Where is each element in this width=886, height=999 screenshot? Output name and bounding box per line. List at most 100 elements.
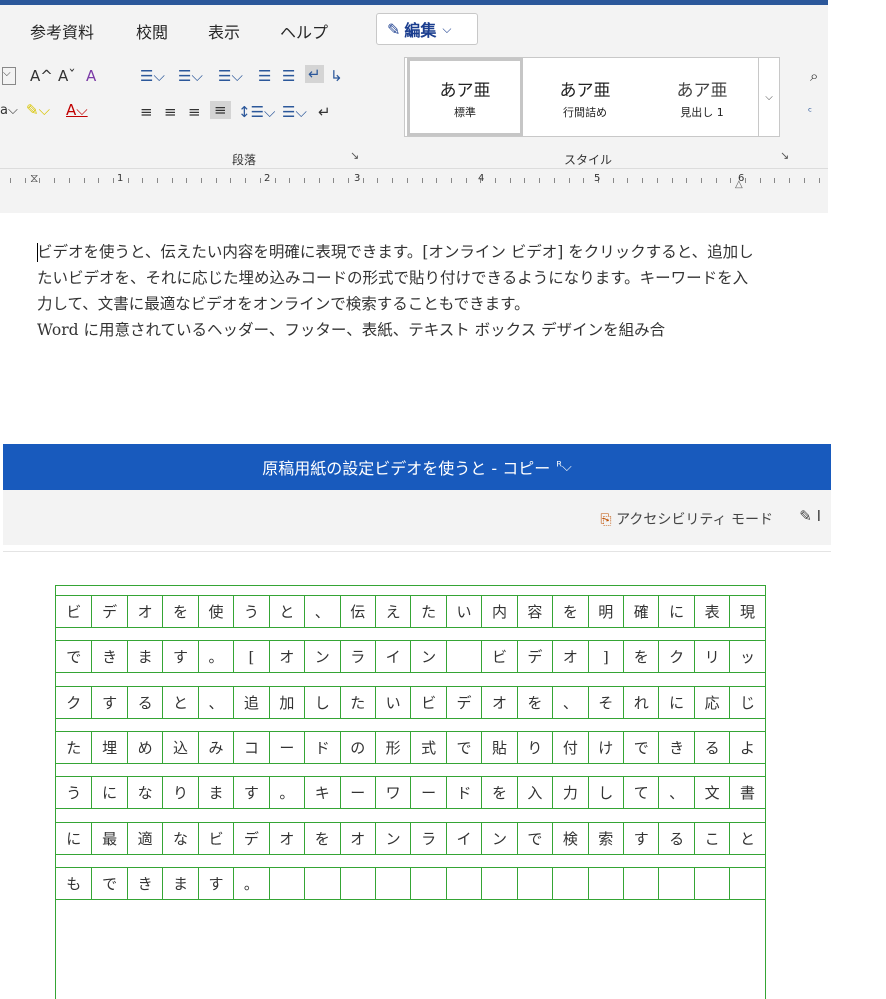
align-left-icon[interactable]: ≡ [140, 103, 153, 121]
genkou-cell[interactable]: ク [56, 685, 92, 719]
horizontal-ruler[interactable]: 1 2 3 4 5 6 ⧖ △ [0, 168, 828, 191]
tab-view[interactable]: 表示 [208, 19, 240, 43]
genkou-cell[interactable]: う [56, 776, 92, 810]
show-marks-icon[interactable]: ↵ [318, 103, 331, 121]
genkou-cell[interactable]: を [552, 595, 588, 628]
genkou-cell[interactable]: ー [410, 776, 446, 810]
paragraph-next[interactable]: Word に用意されているヘッダー、フッター、表紙、テキスト ボックス デザイン… [37, 317, 757, 343]
genkou-cell[interactable]: オ [126, 595, 163, 628]
genkou-cell[interactable]: に [91, 776, 127, 810]
genkou-cell[interactable]: ビ [410, 685, 446, 719]
genkou-cell[interactable]: 書 [729, 776, 765, 810]
bullets-icon[interactable]: ☰⌵ [140, 67, 165, 85]
genkou-cell[interactable]: オ [481, 685, 517, 719]
genkou-cell[interactable]: 表 [693, 595, 730, 628]
genkou-cell[interactable] [445, 640, 482, 674]
genkou-cell[interactable]: を [304, 821, 340, 855]
genkou-cell[interactable] [304, 866, 340, 900]
right-indent-icon[interactable]: △ [735, 179, 743, 190]
genkou-cell[interactable]: 伝 [339, 595, 375, 628]
font-size-dropdown[interactable]: ⌵ [2, 67, 16, 85]
pencil-icon[interactable]: ✎ I [799, 507, 821, 525]
document-title[interactable]: 原稿用紙の設定ビデオを使うと - コピー [262, 455, 550, 479]
text-effect-button[interactable]: a⌵ [0, 103, 18, 118]
genkou-cell[interactable]: 埋 [91, 730, 127, 764]
genkou-cell[interactable]: イ [374, 640, 411, 674]
genkou-cell[interactable]: と [729, 821, 765, 855]
document-canvas[interactable]: ビデオを使うと、伝えたい内容を明確に表現できます。[オンライン ビデオ] をクリ… [0, 213, 828, 385]
genkou-cell[interactable]: デ [445, 685, 482, 719]
genkou-cell[interactable]: 形 [374, 730, 411, 764]
genkou-cell[interactable]: で [445, 730, 482, 764]
coauthor-icon[interactable]: ᴿ⌵ [556, 460, 572, 475]
genkou-cell[interactable]: 式 [410, 730, 446, 764]
genkou-cell[interactable]: ー [339, 776, 375, 810]
genkou-cell[interactable]: り [516, 730, 553, 764]
genkou-cell[interactable]: 、 [658, 776, 694, 810]
genkou-cell[interactable]: こ [693, 821, 730, 855]
clear-format-button[interactable]: A [86, 67, 96, 85]
genkou-cell[interactable]: る [693, 730, 730, 764]
genkou-cell[interactable]: に [658, 595, 694, 628]
genkou-cell[interactable]: デ [91, 595, 127, 628]
genkou-cell[interactable]: て [623, 776, 659, 810]
genkou-cell[interactable] [445, 866, 482, 900]
gallery-more-button[interactable]: ⌵ [758, 58, 779, 136]
genkou-cell[interactable]: す [162, 640, 198, 674]
genkou-cell[interactable]: 貼 [481, 730, 517, 764]
genkou-cell[interactable]: と [268, 595, 305, 628]
style-no-spacing[interactable]: あア亜 行間詰め [527, 58, 643, 136]
genkou-cell[interactable]: き [658, 730, 694, 764]
genkou-cell[interactable]: ド [304, 730, 340, 764]
decrease-indent-icon[interactable]: ☰ [258, 67, 271, 85]
genkou-cell[interactable]: 、 [197, 685, 234, 719]
genkou-cell[interactable] [374, 866, 411, 900]
paragraph[interactable]: ビデオを使うと、伝えたい内容を明確に表現できます。[オンライン ビデオ] をクリ… [37, 239, 757, 317]
genkou-cell[interactable]: 検 [552, 821, 588, 855]
justify-icon[interactable]: ≡ [210, 101, 231, 119]
genkou-cell[interactable]: リ [693, 640, 730, 674]
paragraph-spacing-icon[interactable]: ☰⌵ [282, 103, 307, 121]
genkou-cell[interactable]: き [91, 640, 127, 674]
genkou-cell[interactable]: デ [233, 821, 269, 855]
genkou-cell[interactable]: 応 [693, 685, 730, 719]
genkou-cell[interactable]: を [516, 685, 553, 719]
increase-indent-icon[interactable]: ☰ [282, 67, 295, 85]
genkou-cell[interactable]: ー [268, 730, 305, 764]
genkou-cell[interactable]: 確 [623, 595, 659, 628]
edit-mode-dropdown[interactable]: ✎ 編集 ⌵ [376, 13, 478, 45]
align-right-icon[interactable]: ≡ [188, 103, 201, 121]
tab-help[interactable]: ヘルプ [280, 19, 328, 43]
genkou-cell[interactable]: [ [233, 640, 269, 674]
genkou-cell[interactable] [268, 866, 305, 900]
genkou-cell[interactable]: ワ [374, 776, 411, 810]
tab-references[interactable]: 参考資料 [30, 19, 94, 43]
genkou-cell[interactable] [587, 866, 623, 900]
genkou-cell[interactable]: ド [445, 776, 482, 810]
ltr-icon[interactable]: ↵ [305, 65, 324, 83]
genkou-cell[interactable]: り [162, 776, 198, 810]
genkou-cell[interactable]: 込 [162, 730, 198, 764]
genkou-cell[interactable]: で [516, 821, 553, 855]
genkou-cell[interactable]: 容 [516, 595, 553, 628]
shrink-font-button[interactable]: Aˇ [58, 67, 76, 85]
font-color-button[interactable]: A⌵ [66, 101, 88, 119]
genkou-cell[interactable]: た [410, 595, 446, 628]
genkou-cell[interactable]: し [587, 776, 623, 810]
genkou-cell[interactable]: な [126, 776, 163, 810]
paragraph-launcher-icon[interactable]: ↘ [350, 149, 359, 162]
genkou-cell[interactable]: い [445, 595, 482, 628]
genkou-cell[interactable]: ン [481, 821, 517, 855]
genkou-cell[interactable] [693, 866, 730, 900]
genkou-cell[interactable]: 加 [268, 685, 305, 719]
genkou-cell[interactable] [623, 866, 659, 900]
genkou-cell[interactable]: で [56, 640, 92, 674]
genkou-cell[interactable]: に [658, 685, 694, 719]
highlight-icon[interactable]: ✎⌵ [26, 101, 50, 119]
genkou-cell[interactable] [339, 866, 375, 900]
genkou-cell[interactable]: ッ [729, 640, 765, 674]
genkou-cell[interactable]: す [623, 821, 659, 855]
genkou-cell[interactable]: オ [339, 821, 375, 855]
genkou-cell[interactable]: じ [729, 685, 765, 719]
genkou-cell[interactable]: オ [552, 640, 588, 674]
